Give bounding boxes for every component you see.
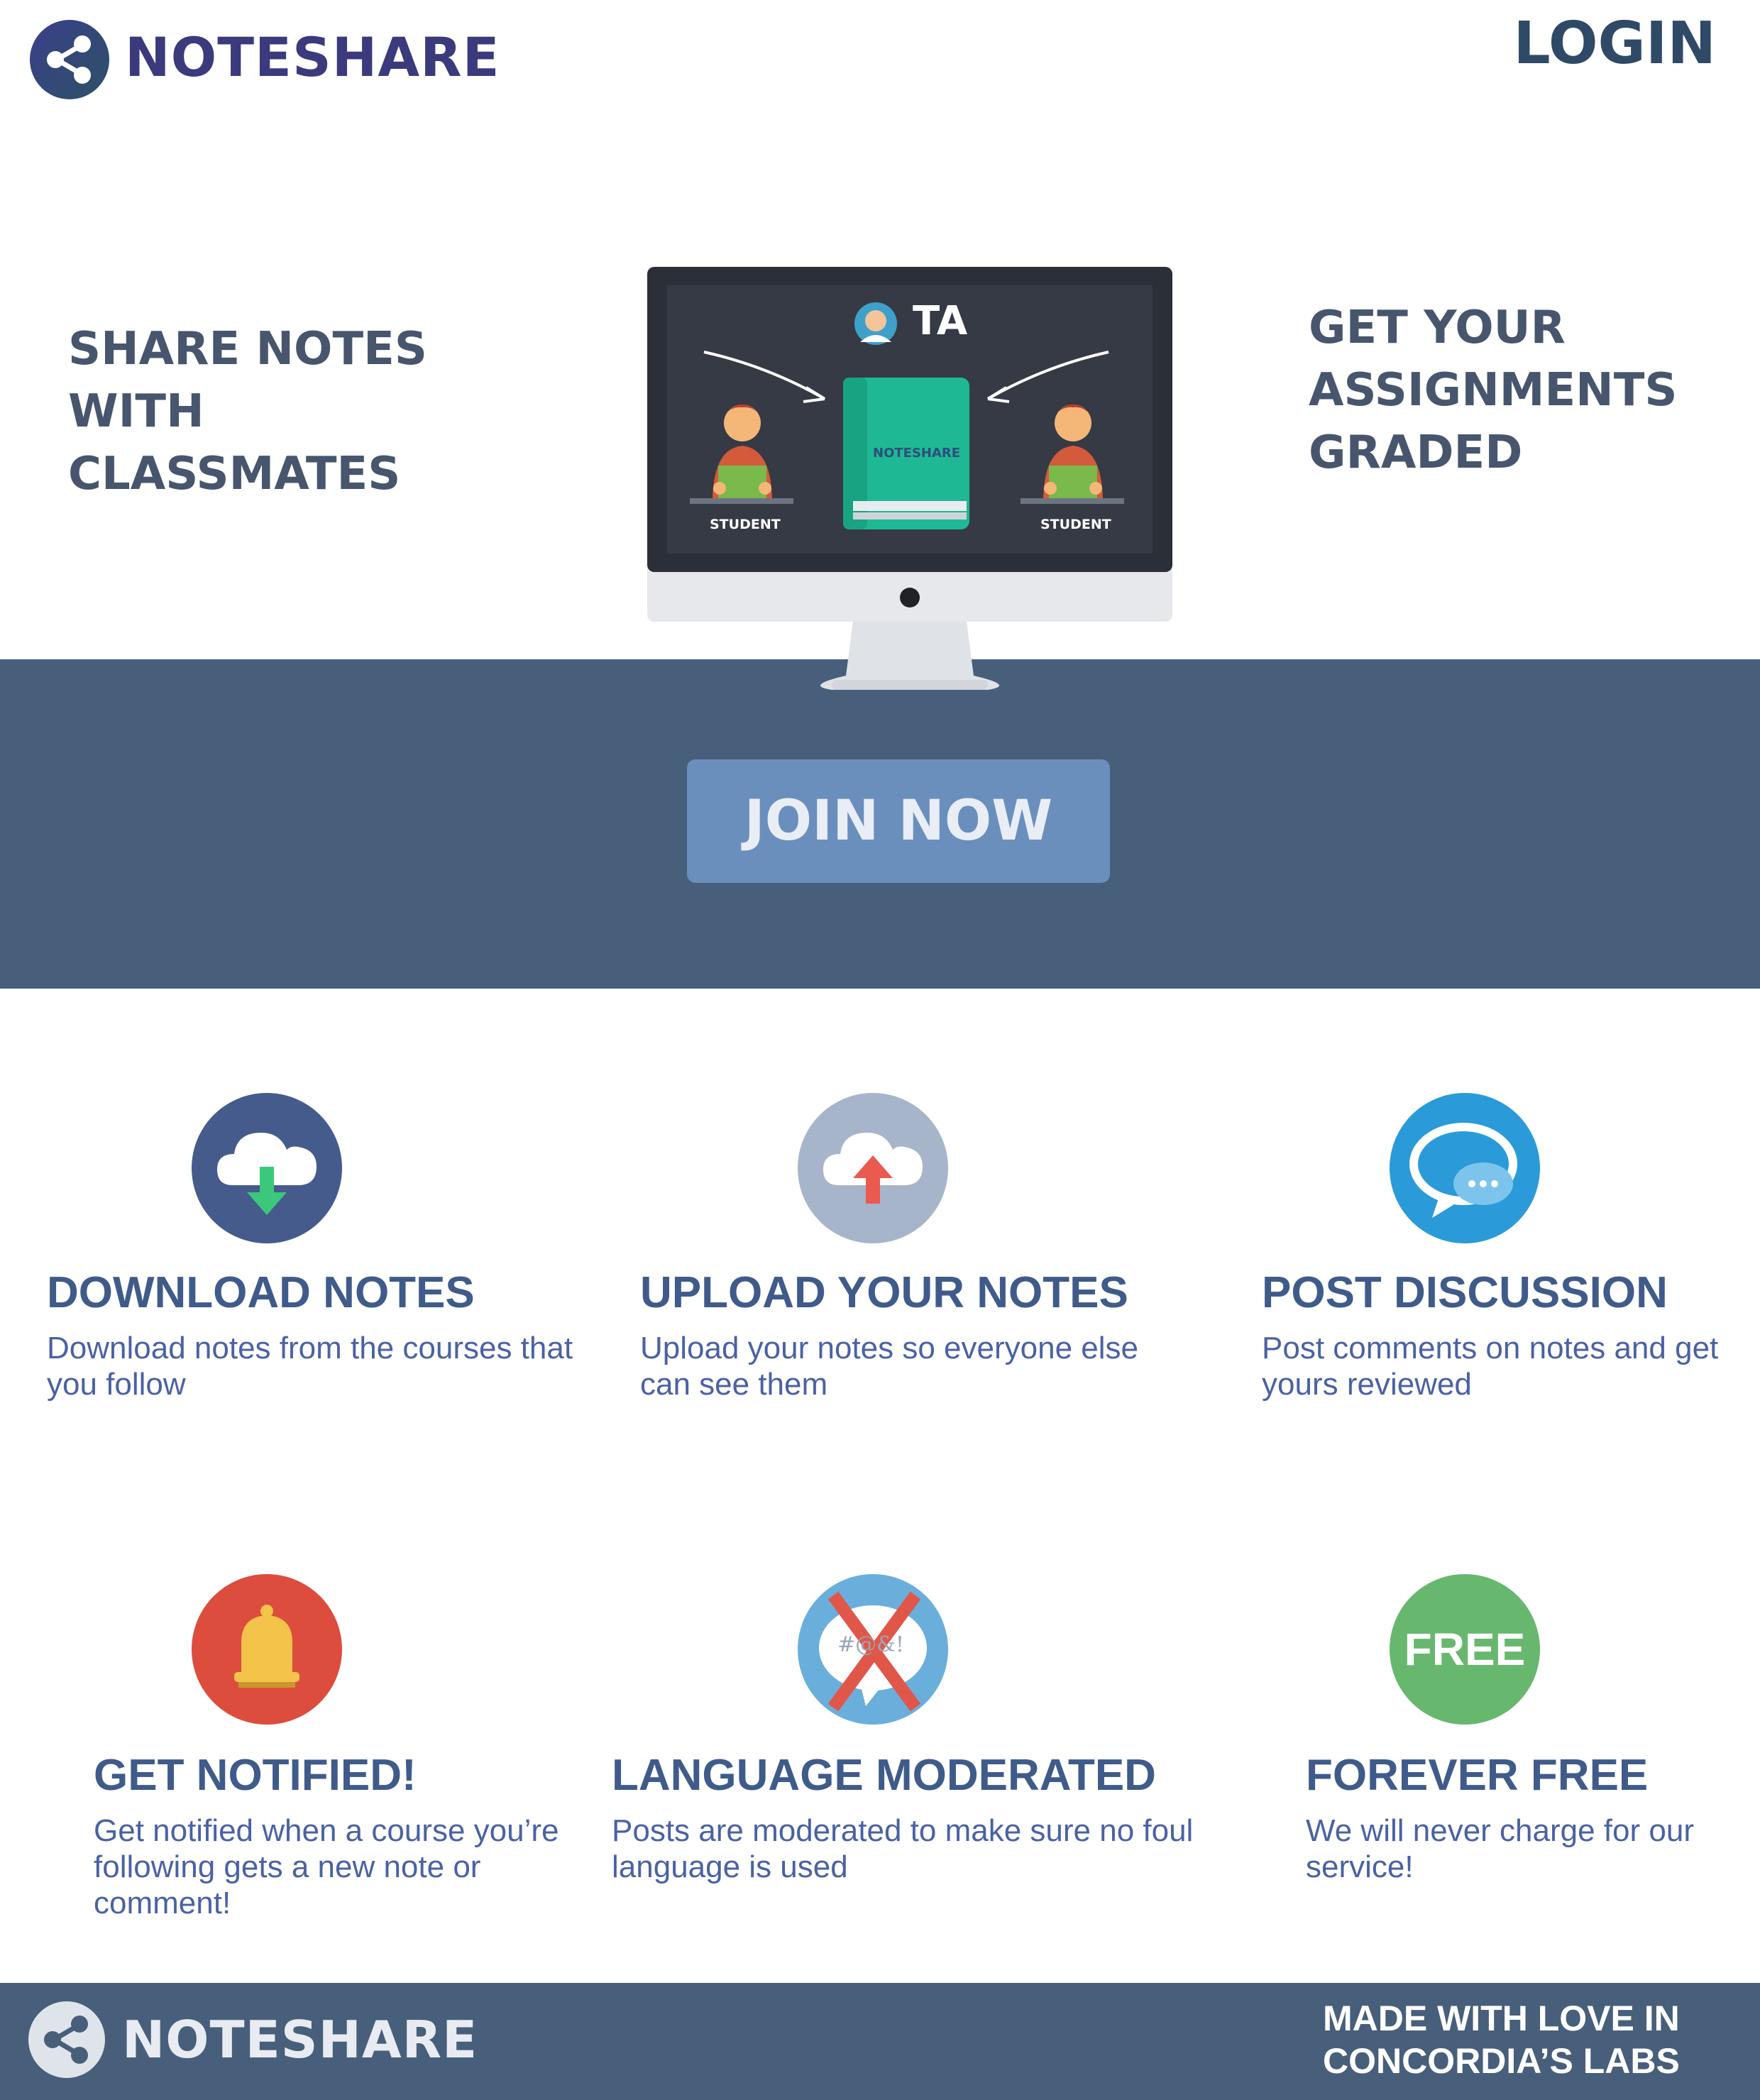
join-now-button[interactable]: JOIN NOW	[687, 759, 1110, 883]
footer-logo-text[interactable]: NOTESHARE	[122, 2010, 478, 2069]
feature-description: Upload your notes so everyone else can s…	[640, 1331, 1138, 1402]
feature-title: GET NOTIFIED!	[94, 1751, 417, 1800]
hero-right-text: GET YOUR ASSIGNMENTS GRADED	[1309, 302, 1678, 479]
bell-icon	[192, 1574, 342, 1725]
feature-description: Download notes from the courses that you…	[47, 1331, 573, 1402]
chat-bubble-icon	[1390, 1093, 1540, 1243]
student-right-label: STUDENT	[1040, 517, 1111, 532]
feature-description: Get notified when a course you’re follow…	[94, 1813, 559, 1920]
header-logo[interactable]	[30, 20, 109, 99]
footer-logo[interactable]	[28, 2001, 105, 2078]
feature-title: FOREVER FREE	[1306, 1751, 1649, 1800]
feature-title: UPLOAD YOUR NOTES	[640, 1268, 1128, 1317]
cloud-download-icon	[192, 1093, 342, 1243]
share-icon	[30, 20, 109, 99]
moderation-icon-text: #@&!	[837, 1632, 904, 1657]
feature-description: Posts are moderated to make sure no foul…	[612, 1813, 1194, 1884]
monitor-illustration: TA NOTESHARE STUDENT STUDENT	[647, 267, 1172, 693]
feature-title: DOWNLOAD NOTES	[47, 1268, 475, 1317]
hero-left-text: SHARE NOTES WITH CLASSMATES	[68, 323, 427, 500]
cloud-upload-icon	[798, 1093, 948, 1243]
student-left-label: STUDENT	[710, 517, 781, 532]
share-icon	[28, 2001, 105, 2078]
feature-title: LANGUAGE MODERATED	[612, 1751, 1156, 1800]
monitor-graphic	[647, 267, 1172, 690]
footer-tagline: MADE WITH LOVE IN CONCORDIA’S LABS	[1323, 1999, 1680, 2081]
feature-description: We will never charge for our service!	[1306, 1813, 1694, 1884]
ta-label: TA	[913, 298, 968, 344]
feature-title: POST DISCUSSION	[1262, 1268, 1668, 1317]
feature-description: Post comments on notes and get yours rev…	[1262, 1331, 1719, 1402]
moderation-icon: #@&!	[798, 1574, 948, 1725]
login-link[interactable]: LOGIN	[1514, 10, 1716, 77]
free-badge-text: FREE	[1404, 1624, 1526, 1675]
book-label: NOTESHARE	[873, 446, 961, 461]
free-badge-icon: FREE	[1390, 1574, 1540, 1725]
header-logo-text[interactable]: NOTESHARE	[125, 26, 500, 89]
